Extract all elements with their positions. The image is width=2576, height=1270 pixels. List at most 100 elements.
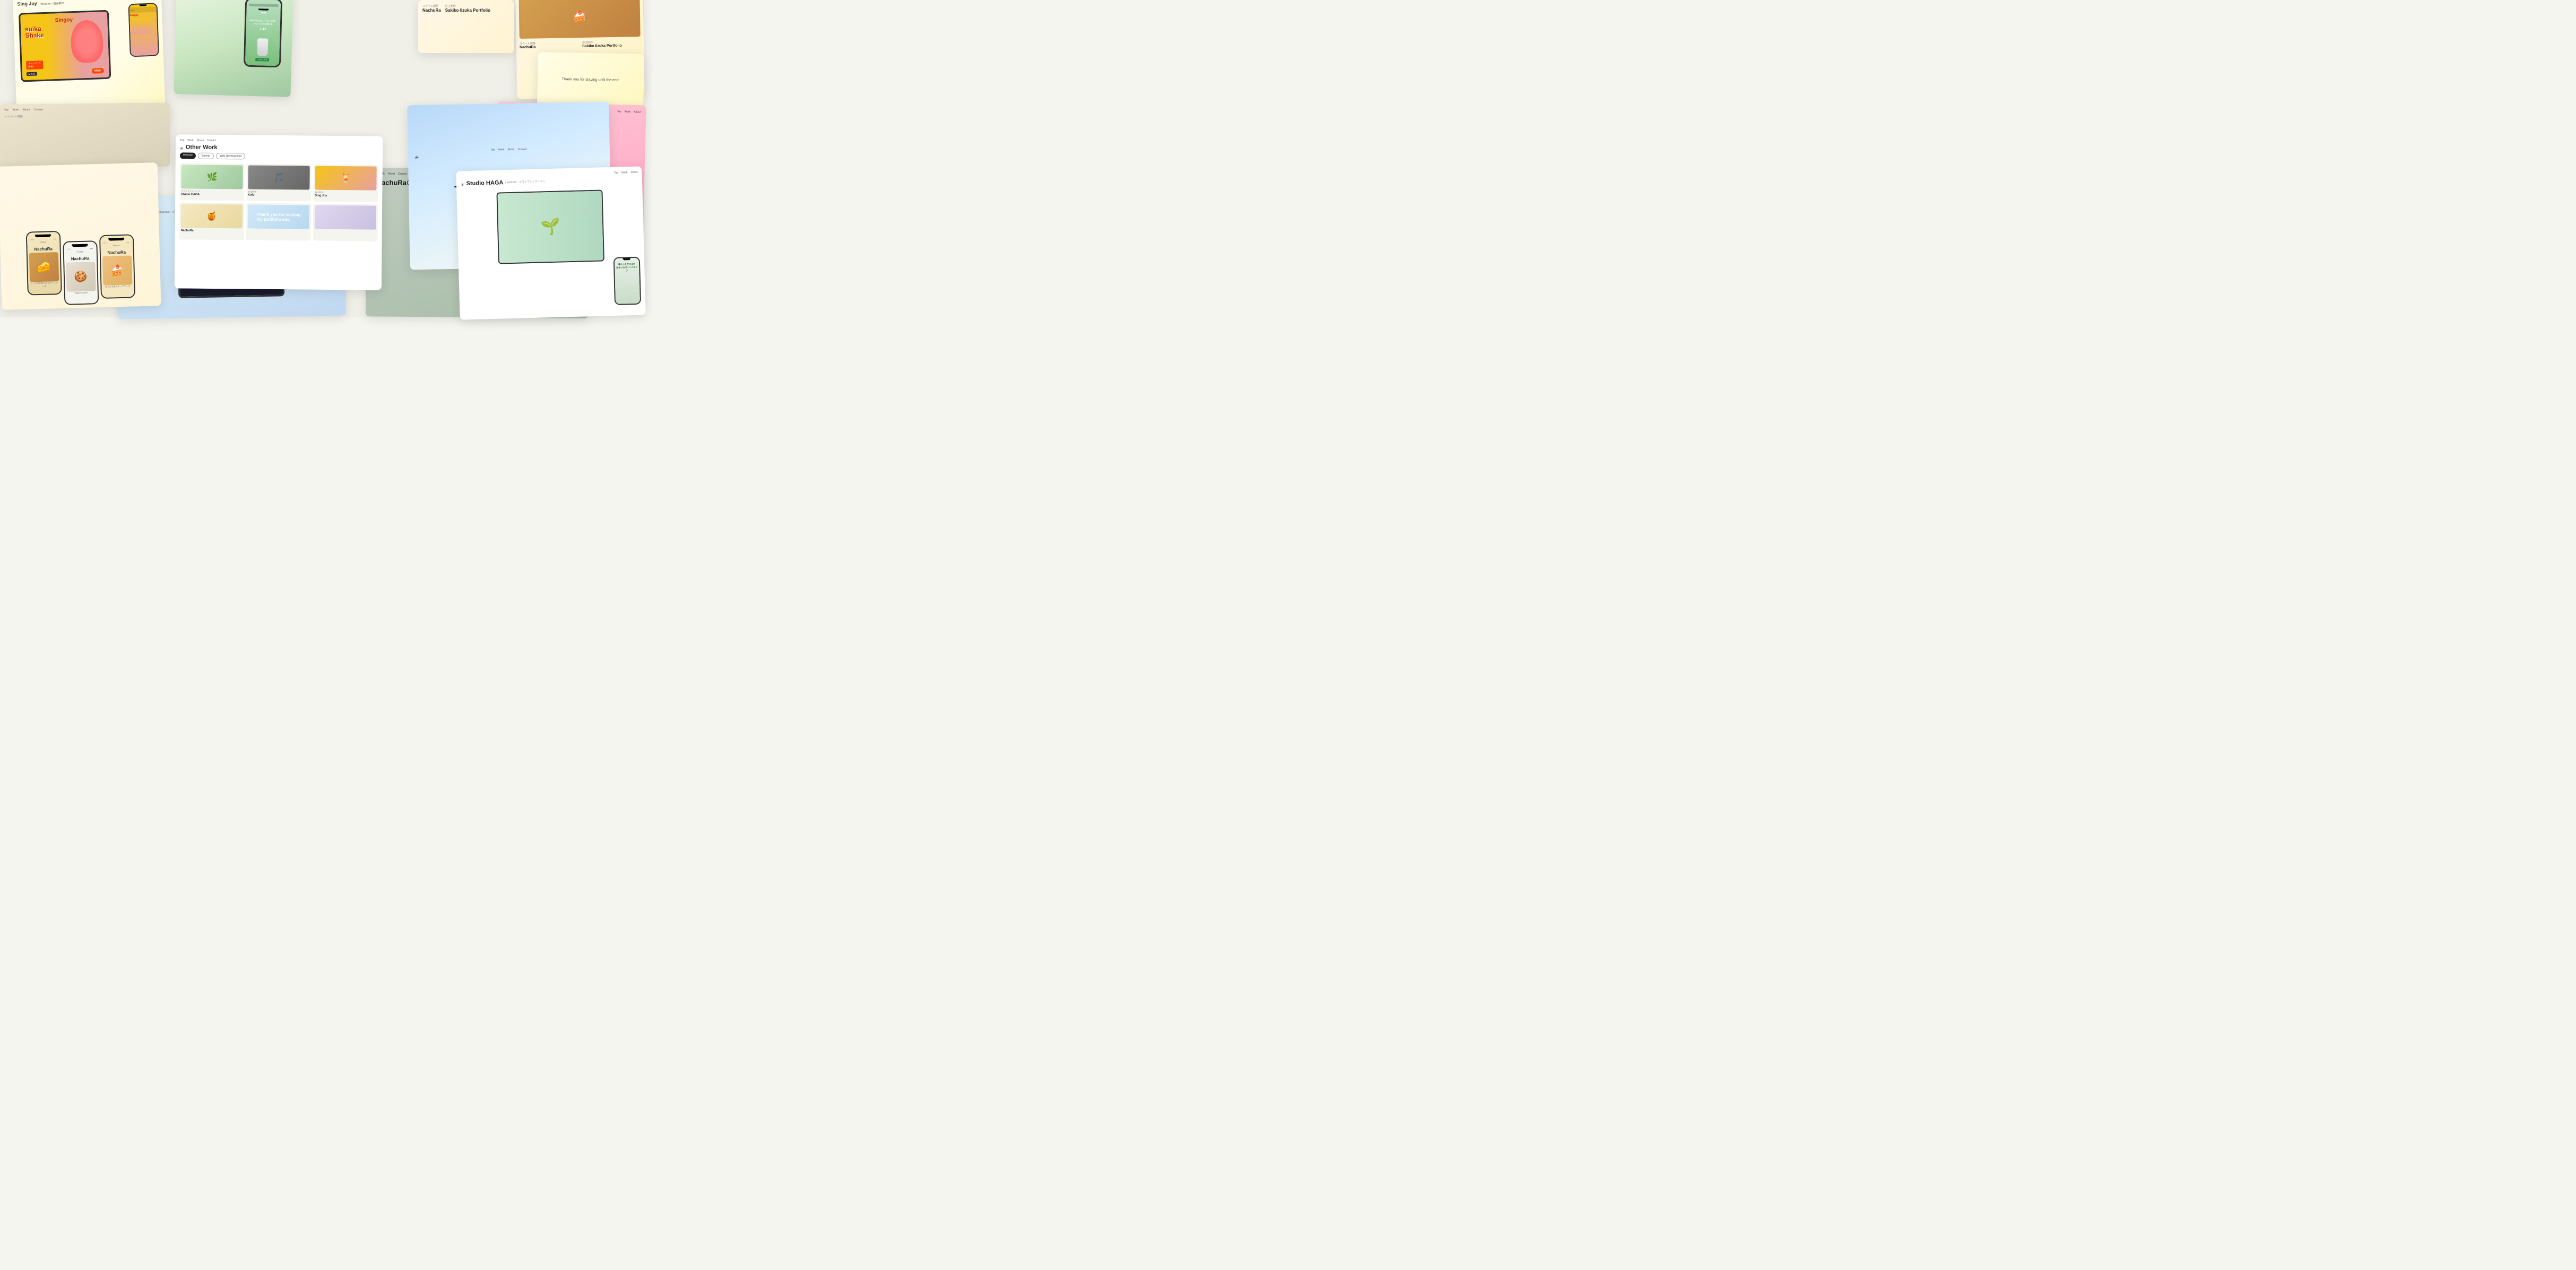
phone3-header: Posts [113,244,120,247]
studiohaga-phone-overlay: 暮らしを生きる方住まいのパーソナルケア [613,257,641,305]
phone2-header: Posts [76,250,83,254]
otherwork-item-singjoy[interactable]: 🍹 自主制作 Sing Joy [313,165,378,202]
otherwork-nav: Top Work About Contact [180,139,378,143]
nav-work[interactable]: Work [13,108,19,111]
mosaic-container: Sing Joy Website・自主制作 Singoy suikaShake … [0,0,644,317]
phone2-subtext: Vegan Cookie [74,291,88,295]
phone1-status: 10:54●●● [29,238,57,240]
nachura-top-labels: スクール課題 NachuRa 自主制作 Sakiko Iizuka Portfo… [520,40,641,49]
card-thankyou-small[interactable]: Thank you for staying until the end! [537,52,644,107]
baked-goods-icon: 🍰 [573,10,586,23]
sh-nav-top[interactable]: Top [614,171,618,175]
nav-contact[interactable]: Contact [34,108,43,111]
ow-nav-top[interactable]: Top [180,139,184,142]
phone2-image: 🍪 [66,262,96,291]
otherwork-item-4[interactable]: 🍯 NachuRa [179,202,245,240]
green-cta-button[interactable]: くわしくみる [255,58,269,62]
sh-nav-work[interactable]: Work [621,171,628,174]
studiohaga-content: 🌱 暮らしを生きる方住まいのパーソナルケア [461,189,639,265]
nachura-top-image: 🍰 [518,0,640,39]
studiohaga-title: Studio HAGA [466,179,504,187]
label-nachura: スクール課題 NachuRa [520,41,578,49]
phone3-status: 10:54●●● [102,241,131,244]
singjoy-shake-text: suikaShake [25,25,44,39]
nb-nav-contact[interactable]: Contact [398,172,407,176]
singjoy-subtitle: Website・自主制作 [40,2,64,6]
phone2-brand: NachuRa [71,256,90,262]
item4-name: NachuRa [181,229,243,232]
card-otherwork[interactable]: Top Work About Contact ✳ Other Work Webs… [175,134,383,290]
singjoy-brand: Singoy [55,17,73,23]
label-box-1: スクール課題 NachuRa [422,4,441,14]
ty-nav-work[interactable]: Work [498,148,505,151]
nlt-sub-2: 自主制作 [445,4,490,8]
nlt-sub-1: スクール課題 [422,4,441,8]
portfolio-nav-tag: ・スクール課題 [4,114,166,119]
label-portfolio: 自主制作 Sakiko Iizuka Portfolio [582,40,641,48]
label-box-2: 自主制作 Sakiko Iizuka Portfolio [445,4,490,14]
otherwork-item-6[interactable] [313,204,378,241]
otherwork-item-studiohaga[interactable]: 🌿 クライアントワーク Studio HAGA [179,163,245,201]
card-portfolio-nav[interactable]: Top Work About Contact ・スクール課題 [0,103,170,168]
card-nachura-phones[interactable]: 10:54●●● Posts NachuRa 🧀 とってもなめらかなチーズケーキ… [0,162,161,310]
phone-brand-text: Singoy [129,13,157,18]
singjoy-name-item: Sing Joy [315,194,376,198]
singjoy-phone-mockup: 10:54 Singoy [128,3,159,57]
label-portfolio-title: Sakiko Iizuka Portfolio [582,44,641,48]
ty-nav-top[interactable]: Top [491,148,495,151]
studiohaga-name: Studio HAGA [181,193,243,196]
otherwork-title: Other Work [186,144,218,151]
studiohaga-thumbnail: 🌿 [181,165,243,189]
phone1-subtext: とってもなめらかなチーズケーキ [30,281,58,288]
sh-nav-about[interactable]: About [630,171,637,174]
ty-nav-about[interactable]: About [507,148,514,151]
plant-icon: 🌱 [540,218,560,237]
ap-nav-work[interactable]: Work [625,110,631,114]
green-notch [258,8,269,11]
card-nachura-label[interactable]: スクール課題 NachuRa 自主制作 Sakiko Iizuka Portfo… [418,0,514,53]
card-studiohaga[interactable]: Top Work About ✳ Studio HAGA [ Website・ク… [456,166,645,319]
nlt-title-2: Sakiko Iizuka Portfolio [445,8,490,13]
phone2-notch [72,244,88,247]
overlay-notch [623,258,630,260]
singjoy-drink-graphic [71,20,104,63]
ow-nav-about[interactable]: About [197,139,204,142]
nav-top[interactable]: Top [4,108,8,111]
nb-nav-about[interactable]: About [388,172,395,176]
tag-banner[interactable]: Banner [198,153,214,159]
kafu-thumbnail: 🎵 [248,165,309,189]
otherwork-item-5[interactable]: Thank you for visitingmy portfolio site. [246,203,312,240]
card-green-nature[interactable]: 14:54 自然が宿る美しい秋への道、あなたの肌を磨きを 1.12 くわしくみる [174,0,293,97]
item5-sub [248,229,309,230]
item5-thumbnail: Thank you for visitingmy portfolio site. [248,204,309,229]
label-nachura-title: NachuRa [520,45,578,49]
nav-about[interactable]: About [23,108,30,111]
otherwork-item-kafu[interactable]: 🎵 自主制作 Kafu [246,163,312,201]
phone1-image: 🧀 [29,252,58,282]
tag-webdev[interactable]: Web Development [216,153,245,159]
item5-name [248,229,309,230]
ap-nav-about[interactable]: About [634,110,641,114]
green-bottle-graphic [257,38,268,56]
otherwork-star-icon: ✳ [180,146,184,151]
phone-notch [139,4,146,6]
studiohaga-tablet: 🌱 [496,189,604,264]
phone3-subtext: さっとすまのチーズケーキ [105,285,131,289]
item6-sub [315,230,376,231]
green-phone-mockup: 14:54 自然が宿る美しい秋への道、あなたの肌を磨きを 1.12 くわしくみる [244,0,282,67]
ow-nav-contact[interactable]: Contact [207,139,216,142]
item6-thumbnail [315,205,376,230]
singjoy-date-badge: ▶ 8.31 [27,72,37,76]
ty-nav-contact[interactable]: Contact [517,148,526,151]
ow-nav-work[interactable]: Work [187,139,194,142]
otherwork-grid-row1: 🌿 クライアントワーク Studio HAGA 🎵 自主制作 Kafu 🍹 自主… [179,163,378,202]
ap-nav-top[interactable]: Top [617,110,621,113]
nachura-phone-3: 10:54●●● Posts NachuRa 🍰 さっとすまのチーズケーキ [99,234,135,299]
nachura-label-content: スクール課題 NachuRa 自主制作 Sakiko Iizuka Portfo… [422,4,509,14]
green-status-bar [249,4,279,7]
studiohaga-tag: [ Website・クライアントワーク ] [505,179,544,184]
otherwork-grid-row2: 🍯 NachuRa Thank you for visitingmy portf… [179,202,378,241]
kafu-name: Kafu [248,193,309,197]
nachura-phone-1: 10:54●●● Posts NachuRa 🧀 とってもなめらかなチーズケーキ [25,231,62,296]
tag-website[interactable]: Website [180,152,196,159]
